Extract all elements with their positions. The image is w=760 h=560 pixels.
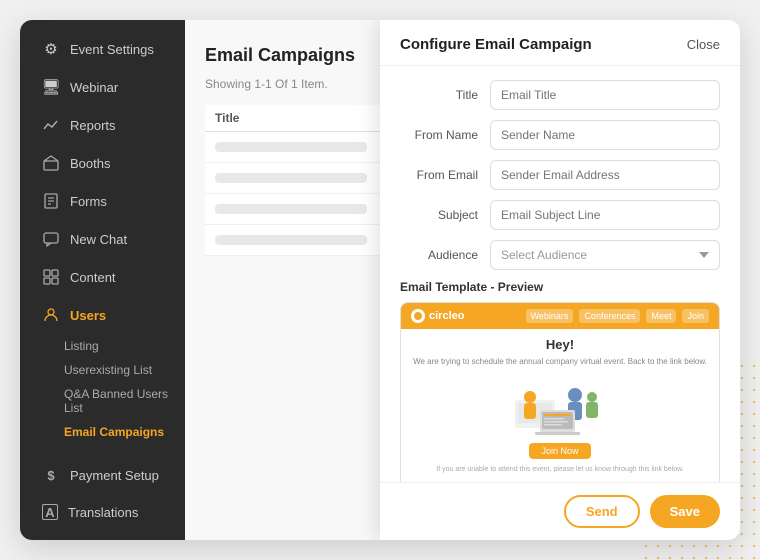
modal-footer: Send Save [380,482,740,540]
sidebar-item-reports[interactable]: Reports [26,107,179,143]
users-icon [42,306,60,324]
skeleton-bar [215,142,367,152]
app-window: ⚙ Event Settings 🖥 Webinar Reports Booth… [20,20,740,540]
form-row-audience: Audience Select Audience [400,240,720,270]
email-small-text: If you are unable to attend this event, … [413,465,707,475]
page-title: Email Campaigns [205,45,355,66]
sidebar-item-forms[interactable]: Forms [26,183,179,219]
modal-body: Title From Name From Email Subject [380,66,740,482]
configure-email-modal: Configure Email Campaign Close Title Fro… [380,20,740,540]
from-email-input[interactable] [490,160,720,190]
from-name-input[interactable] [490,120,720,150]
chat-icon [42,230,60,248]
sidebar-item-label: Reports [70,118,116,133]
main-content: Email Campaigns Create Showing 1-1 Of 1 … [185,20,740,540]
title-input[interactable] [490,80,720,110]
form-row-subject: Subject [400,200,720,230]
modal-title: Configure Email Campaign [400,36,592,53]
field-label-title: Title [400,88,490,102]
logo-text: circleo [429,310,464,322]
submenu-user-existing-list[interactable]: Userexisting List [48,358,185,382]
email-hey-text: Hey! [413,337,707,352]
sidebar-item-label: Event Settings [70,42,154,57]
modal-close-button[interactable]: Close [687,37,720,52]
booths-icon [42,154,60,172]
email-template-preview: circleo Webinars Conferences Meet Join H… [400,302,720,482]
gear-icon: ⚙ [42,40,60,58]
email-nav-item: Meet [646,309,676,323]
sidebar-item-label: Translations [68,505,138,520]
translations-icon: A [42,504,58,520]
form-row-from-name: From Name [400,120,720,150]
sidebar-item-label: Booths [70,156,110,171]
sidebar-item-label: Forms [70,194,107,209]
submenu-listing[interactable]: Listing [48,334,185,358]
skeleton-bar [215,235,367,245]
email-preview-body: Hey! We are trying to schedule the annua… [401,329,719,482]
field-label-from-name: From Name [400,128,490,142]
save-button[interactable]: Save [650,495,720,528]
skeleton-bar [215,204,367,214]
logo-icon [411,309,425,323]
sidebar-item-label: New Chat [70,232,127,247]
field-label-subject: Subject [400,208,490,222]
sidebar-item-label: Payment Setup [70,468,159,483]
payment-icon: $ [42,466,60,484]
content-icon [42,268,60,286]
form-row-from-email: From Email [400,160,720,190]
sidebar-item-new-chat[interactable]: New Chat [26,221,179,257]
email-cta-button: Join Now [529,443,590,459]
sidebar-item-label: Content [70,270,116,285]
modal-header: Configure Email Campaign Close [380,20,740,66]
sidebar-item-event-settings[interactable]: ⚙ Event Settings [26,31,179,67]
form-row-title: Title [400,80,720,110]
sidebar-item-booths[interactable]: Booths [26,145,179,181]
send-button[interactable]: Send [564,495,640,528]
field-label-from-email: From Email [400,168,490,182]
email-nav-item: Conferences [579,309,640,323]
sidebar-item-webinar[interactable]: 🖥 Webinar [26,69,179,105]
sidebar-item-label: Webinar [70,80,118,95]
chart-icon [42,116,60,134]
forms-icon [42,192,60,210]
sidebar-item-content[interactable]: Content [26,259,179,295]
email-preview-header: circleo Webinars Conferences Meet Join [401,303,719,329]
email-illustration [413,375,707,435]
email-nav-item: Join [682,309,709,323]
sidebar-item-users[interactable]: Users [26,297,179,333]
field-label-audience: Audience [400,248,490,262]
email-nav-item: Webinars [526,309,574,323]
users-submenu: Listing Userexisting List Q&A Banned Use… [20,334,185,444]
sidebar: ⚙ Event Settings 🖥 Webinar Reports Booth… [20,20,185,540]
audience-select[interactable]: Select Audience [490,240,720,270]
sidebar-item-payment-setup[interactable]: $ Payment Setup [26,457,179,493]
submenu-email-campaigns[interactable]: Email Campaigns [48,420,185,444]
sidebar-item-translations[interactable]: A Translations [26,495,179,529]
sidebar-item-label: Users [70,308,106,323]
email-nav: Webinars Conferences Meet Join [526,309,709,323]
submenu-qa-banned-users[interactable]: Q&A Banned Users List [48,382,185,420]
monitor-icon: 🖥 [42,78,60,96]
email-logo: circleo [411,309,464,323]
subject-input[interactable] [490,200,720,230]
email-body-text: We are trying to schedule the annual com… [413,356,707,367]
skeleton-bar [215,173,367,183]
template-preview-label: Email Template - Preview [400,280,720,294]
